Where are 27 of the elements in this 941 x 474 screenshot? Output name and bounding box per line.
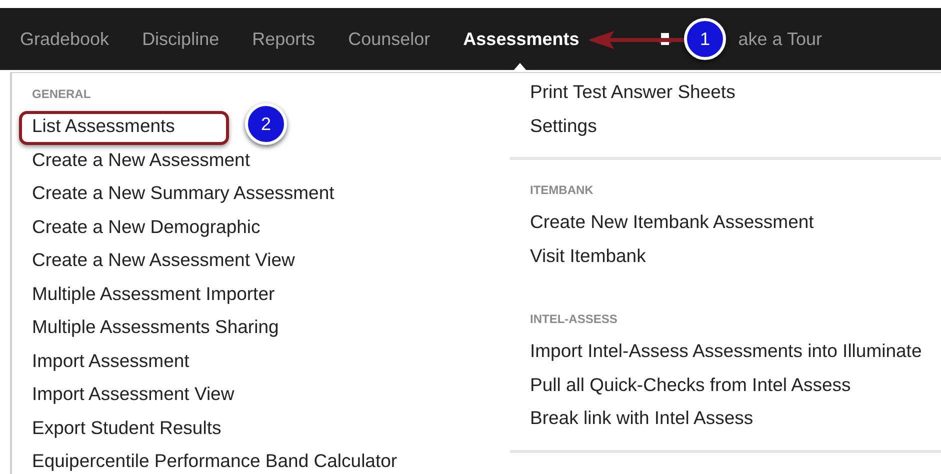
menu-item[interactable]: Settings <box>530 114 597 136</box>
section-header: GENERAL <box>32 86 91 103</box>
tour-link[interactable]: ake a Tour <box>738 26 822 52</box>
nav-tab[interactable]: Counselor <box>348 26 430 52</box>
section-header: ITEMBANK <box>530 182 594 199</box>
menu-item[interactable]: Multiple Assessments Sharing <box>32 316 279 338</box>
menu-item[interactable]: Multiple Assessment Importer <box>32 282 275 304</box>
section-header: INTEL-ASSESS <box>530 311 618 328</box>
nav-tab[interactable]: Gradebook <box>20 26 110 52</box>
menu-item[interactable]: Create a New Assessment View <box>32 249 295 270</box>
menu-item[interactable]: Import Assessment <box>32 350 190 371</box>
menu-item[interactable]: Break link with Intel Assess <box>530 407 754 428</box>
menu-item[interactable]: Create New Itembank Assessment <box>530 211 814 232</box>
menu-item[interactable]: List Assessments <box>32 115 175 136</box>
menu-item[interactable]: Create a New Summary Assessment <box>32 182 334 204</box>
nav-tab[interactable]: Assessments <box>463 26 580 52</box>
nav-tab[interactable]: Discipline <box>142 26 220 52</box>
menu-item[interactable]: Equipercentile Performance Band Calculator <box>32 450 398 472</box>
menu-item[interactable]: Create a New Demographic <box>32 216 260 237</box>
menu-item[interactable]: Pull all Quick-Checks from Intel Assess <box>530 374 851 395</box>
menu-item[interactable]: Print Test Answer Sheets <box>530 81 736 102</box>
menu-item[interactable]: Export Student Results <box>32 416 222 438</box>
menu-item[interactable]: Import Intel-Assess Assessments into Illuminate <box>530 340 922 362</box>
menu-item[interactable]: Import Assessment View <box>32 383 234 404</box>
nav-tab[interactable]: Reports <box>252 26 316 52</box>
menu-item[interactable]: Visit Itembank <box>530 244 646 266</box>
menu-item[interactable]: Create a New Assessment <box>32 148 250 170</box>
